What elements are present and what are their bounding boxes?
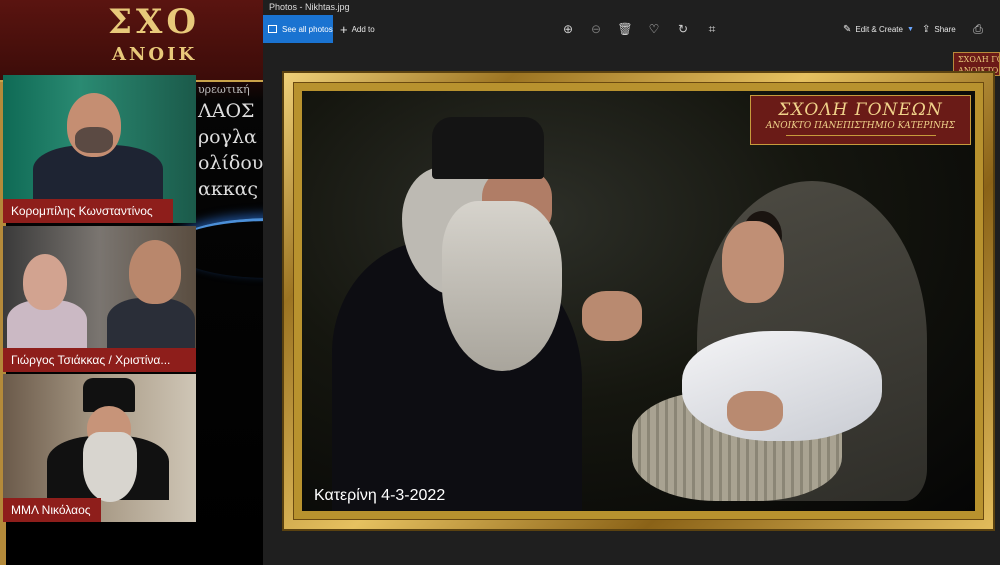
woman-face (722, 221, 784, 303)
edit-create-label: Edit & Create (855, 24, 903, 34)
gallery-icon (268, 25, 277, 33)
slide-banner: ΣΧΟ ΑΝΟΙΚ (0, 0, 263, 82)
logo-divider (785, 135, 936, 136)
monk-beard (442, 201, 562, 371)
print-icon[interactable]: ⎙ (970, 21, 986, 37)
monk-hat (432, 117, 544, 179)
see-all-photos-button[interactable]: See all photos (263, 15, 333, 43)
window-title: Photos - Nikhtas.jpg (269, 2, 350, 12)
share-icon: ⇪ (922, 23, 931, 35)
woman-hand (727, 391, 783, 431)
edit-icon: ✎ (843, 23, 852, 35)
share-label: Share (934, 24, 956, 34)
slide-line: ακκας (198, 178, 259, 200)
plus-icon: + (340, 21, 348, 37)
photos-app-window: Photos - Nikhtas.jpg See all photos + Ad… (263, 0, 1000, 565)
zoom-in-icon[interactable]: ⊕ (560, 21, 576, 37)
video-tile-participant-3[interactable]: ΜΜΛ Νικόλαος (3, 374, 196, 522)
participant-video (23, 93, 173, 205)
school-logo: ΣΧΟΛΗ ΓΟΝΕΩΝ ΑΝΟΙΚΤΟ ΠΑΝΕΠΙΣΤΗΜΙΟ ΚΑΤΕΡΙ… (750, 95, 971, 145)
screen: ΣΧΟ ΑΝΟΙΚ υρεωτική ΛΑΟΣ ρογλα ολίδου ακκ… (0, 0, 1000, 565)
photo-caption: Κατερίνη 4-3-2022 (314, 487, 446, 504)
logo-title: ΣΧΟΛΗ ΓΟΝΕΩΝ (778, 100, 943, 120)
participant-nameplate: Γιώργος Τσιάκκας / Χριστίνα... (3, 348, 196, 372)
baby-cloth (682, 331, 882, 441)
participant-nameplate: ΜΜΛ Νικόλαος (3, 498, 101, 522)
presentation-slide: ΣΧΟ ΑΝΟΙΚ υρεωτική ΛΑΟΣ ρογλα ολίδου ακκ… (0, 0, 263, 565)
zoom-out-icon[interactable]: ⊖ (588, 21, 604, 37)
slide-line: ρογλα (198, 126, 257, 148)
gold-picture-frame: ΣΧΟΛΗ ΓΟΝΕΩΝ ΑΝΟΙΚΤΟ ΠΑΝΕΠΙΣΤΗΜΙΟ ΚΑΤΕΡΙ… (282, 71, 995, 531)
video-tile-participant-2[interactable]: Γιώργος Τσιάκκας / Χριστίνα... (3, 226, 196, 372)
add-to-button[interactable]: + Add to (340, 15, 375, 43)
frame-inner-border: ΣΧΟΛΗ ΓΟΝΕΩΝ ΑΝΟΙΚΤΟ ΠΑΝΕΠΙΣΤΗΜΙΟ ΚΑΤΕΡΙ… (293, 82, 984, 520)
rotate-icon[interactable]: ↻ (675, 21, 691, 37)
participant-video (3, 234, 196, 352)
participant-nameplate: Κορομπίλης Κωνσταντίνος (3, 199, 173, 223)
slide-banner-title: ΣΧΟ (108, 2, 201, 42)
crop-icon[interactable]: ⌗ (704, 21, 720, 37)
slide-banner-subtitle: ΑΝΟΙΚ (112, 44, 198, 65)
participant-video (43, 378, 173, 502)
edit-create-button[interactable]: ✎ Edit & Create ▼ (843, 15, 914, 43)
slide-line: υρεωτική (198, 83, 250, 96)
share-button[interactable]: ⇪ Share (922, 15, 956, 43)
see-all-photos-label: See all photos (282, 24, 333, 34)
favorite-heart-icon[interactable]: ♡ (646, 21, 662, 37)
video-tile-participant-1[interactable]: Κορομπίλης Κωνσταντίνος (3, 75, 196, 223)
slide-line: ολίδου (198, 152, 263, 174)
add-to-label: Add to (351, 24, 375, 34)
photos-toolbar: See all photos + Add to ⊕ ⊖ 🗑 ♡ ↻ ⌗ ✎ Ed… (263, 14, 1000, 44)
monk-hand (582, 291, 642, 341)
slide-text-lines: υρεωτική ΛΑΟΣ ρογλα ολίδου ακκας (198, 82, 263, 202)
delete-icon[interactable]: 🗑 (617, 21, 633, 37)
logo-subtitle: ΑΝΟΙΚΤΟ ΠΑΝΕΠΙΣΤΗΜΙΟ ΚΑΤΕΡΙΝΗΣ (765, 121, 956, 131)
displayed-photo[interactable]: ΣΧΟΛΗ ΓΟΝΕΩΝ ΑΝΟΙΚΤΟ ΠΑΝΕΠΙΣΤΗΜΙΟ ΚΑΤΕΡΙ… (302, 91, 975, 511)
chevron-down-icon: ▼ (906, 25, 914, 33)
slide-line: ΛΑΟΣ (198, 100, 255, 122)
